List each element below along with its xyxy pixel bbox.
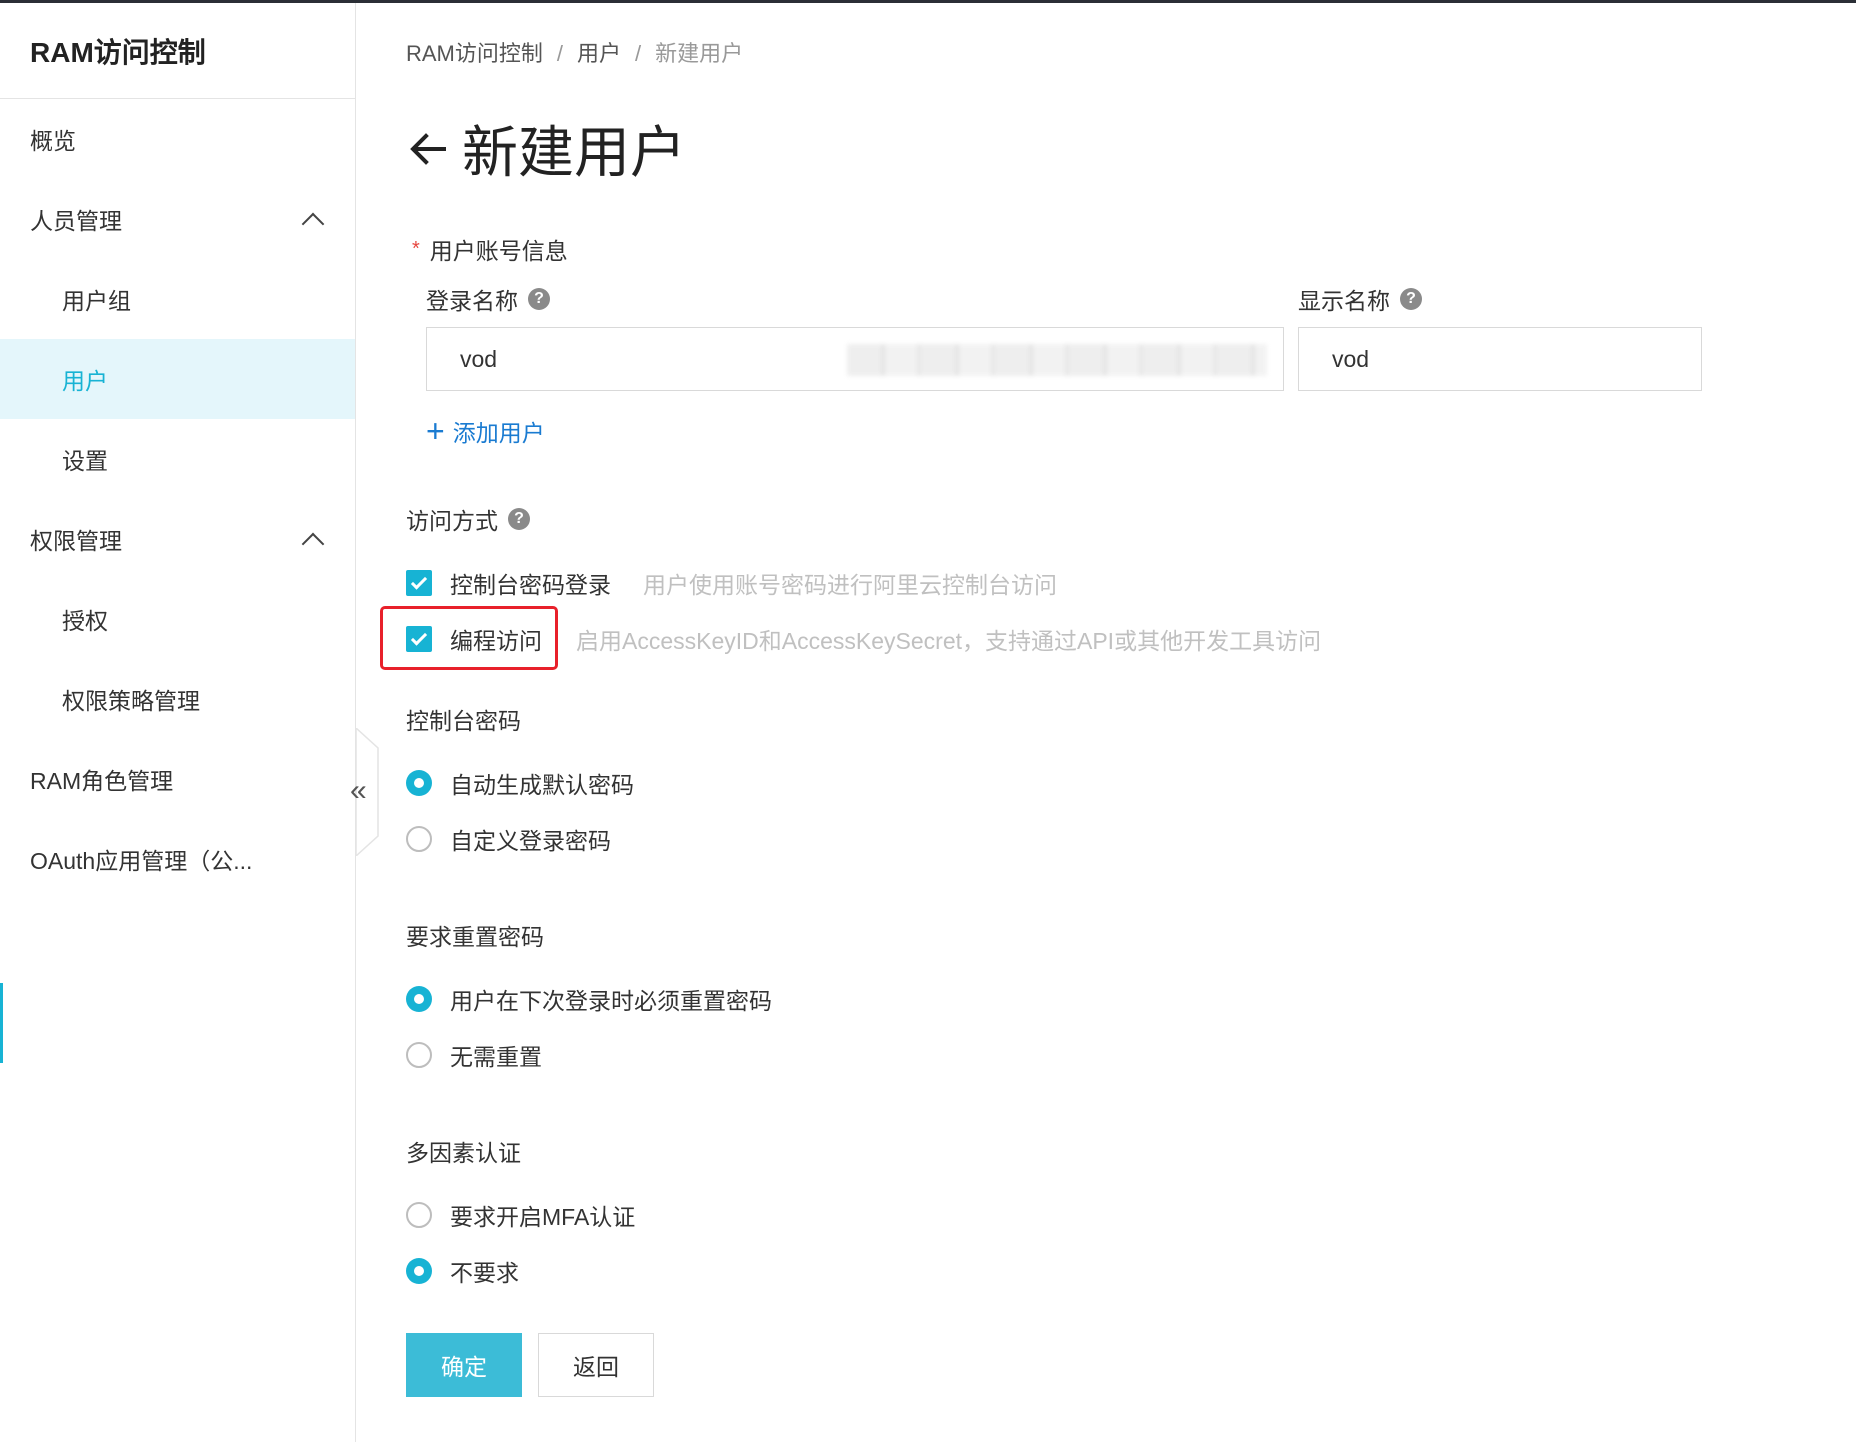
page-title: 新建用户 — [462, 121, 686, 184]
reset-password-label: 要求重置密码 — [406, 918, 544, 952]
breadcrumb-link-users[interactable]: 用户 — [577, 41, 621, 66]
breadcrumb: RAM访问控制 / 用户 / 新建用户 — [406, 36, 743, 68]
console-login-hint: 用户使用账号密码进行阿里云控制台访问 — [643, 572, 1057, 598]
sidebar-item-label: 权限策略管理 — [62, 688, 200, 714]
sidebar-item-user-groups[interactable]: 用户组 — [0, 259, 355, 339]
sidebar-title: RAM访问控制 — [0, 3, 355, 99]
console-login-option[interactable]: 控制台密码登录 用户使用账号密码进行阿里云控制台访问 — [406, 566, 1057, 600]
radio-auto-generate-password[interactable]: 自动生成默认密码 — [406, 766, 634, 800]
radio-unselected[interactable] — [406, 1042, 432, 1068]
redacted-region — [847, 344, 1267, 376]
mfa-text: 多因素认证 — [406, 1140, 521, 1166]
console-login-label: 控制台密码登录 — [450, 572, 611, 598]
sidebar-item-settings[interactable]: 设置 — [0, 419, 355, 499]
radio-no-reset[interactable]: 无需重置 — [406, 1038, 542, 1072]
add-user-link[interactable]: + 添加用户 — [426, 414, 545, 448]
required-asterisk: * — [412, 237, 420, 260]
sidebar-item-overview[interactable]: 概览 — [0, 99, 355, 179]
radio-unselected[interactable] — [406, 826, 432, 852]
sidebar-item-policies[interactable]: 权限策略管理 — [0, 659, 355, 739]
radio-must-reset[interactable]: 用户在下次登录时必须重置密码 — [406, 982, 772, 1016]
programmatic-access-hint: 启用AccessKeyID和AccessKeySecret，支持通过API或其他… — [576, 628, 1322, 654]
radio-label: 用户在下次登录时必须重置密码 — [450, 988, 772, 1014]
display-name-label: 显示名称 ? — [1298, 282, 1422, 316]
radio-label: 不要求 — [450, 1260, 519, 1286]
radio-custom-password[interactable]: 自定义登录密码 — [406, 822, 611, 856]
help-icon[interactable]: ? — [1400, 288, 1422, 310]
display-name-input[interactable]: vod — [1298, 327, 1702, 391]
back-arrow-icon[interactable] — [406, 127, 450, 171]
radio-selected[interactable] — [406, 986, 432, 1012]
account-info-text: 用户账号信息 — [429, 238, 568, 264]
radio-no-mfa[interactable]: 不要求 — [406, 1254, 519, 1288]
chevron-up-icon — [301, 532, 325, 556]
console-password-label: 控制台密码 — [406, 702, 521, 736]
highlight-annotation — [380, 606, 558, 670]
sidebar-scroll-indicator — [0, 983, 3, 1063]
sidebar-item-label: 授权 — [62, 608, 108, 634]
confirm-button[interactable]: 确定 — [406, 1333, 522, 1397]
display-name-text: 显示名称 — [1298, 288, 1390, 314]
login-name-text: 登录名称 — [426, 288, 518, 314]
back-button[interactable]: 返回 — [538, 1333, 654, 1397]
mfa-label: 多因素认证 — [406, 1134, 521, 1168]
console-login-checkbox[interactable] — [406, 570, 432, 596]
reset-password-text: 要求重置密码 — [406, 924, 544, 950]
sidebar-item-label: 设置 — [62, 448, 108, 474]
radio-selected[interactable] — [406, 770, 432, 796]
help-icon[interactable]: ? — [528, 288, 550, 310]
radio-require-mfa[interactable]: 要求开启MFA认证 — [406, 1198, 635, 1232]
login-name-value: vod — [460, 345, 498, 372]
account-info-label: * 用户账号信息 — [412, 232, 568, 266]
sidebar-item-permission-management[interactable]: 权限管理 — [0, 499, 355, 579]
display-name-value: vod — [1332, 345, 1370, 372]
sidebar-item-grants[interactable]: 授权 — [0, 579, 355, 659]
sidebar: RAM访问控制 概览 人员管理 用户组 用户 设置 权限管理 授权 权限策略管理… — [0, 3, 356, 1442]
radio-label: 自动生成默认密码 — [450, 772, 634, 798]
access-method-label: 访问方式 ? — [406, 502, 530, 536]
login-name-input[interactable]: vod — [426, 327, 1284, 391]
plus-icon: + — [426, 413, 445, 449]
breadcrumb-current: 新建用户 — [655, 41, 744, 66]
main-content: RAM访问控制 / 用户 / 新建用户 新建用户 * 用户账号信息 登录名称 ? 显示名… — [380, 0, 1806, 1442]
radio-unselected[interactable] — [406, 1202, 432, 1228]
radio-label: 自定义登录密码 — [450, 828, 611, 854]
sidebar-item-oauth-apps[interactable]: OAuth应用管理（公... — [0, 819, 355, 899]
sidebar-item-label: RAM角色管理 — [30, 768, 174, 794]
check-icon — [410, 572, 428, 590]
add-user-label: 添加用户 — [452, 420, 545, 446]
access-method-text: 访问方式 — [406, 508, 498, 534]
breadcrumb-separator: / — [556, 41, 564, 66]
double-chevron-left-icon[interactable]: « — [350, 776, 367, 806]
breadcrumb-separator: / — [635, 41, 642, 66]
sidebar-item-label: 用户组 — [62, 288, 131, 314]
page-header: 新建用户 — [406, 108, 686, 189]
sidebar-item-users[interactable]: 用户 — [0, 339, 355, 419]
chevron-up-icon — [301, 212, 325, 236]
console-password-text: 控制台密码 — [406, 708, 521, 734]
sidebar-item-label: 概览 — [30, 128, 76, 154]
sidebar-item-ram-roles[interactable]: RAM角色管理 — [0, 739, 355, 819]
sidebar-item-label: 人员管理 — [30, 208, 122, 234]
breadcrumb-link-ram[interactable]: RAM访问控制 — [406, 41, 543, 66]
sidebar-item-label: 用户 — [62, 368, 108, 394]
help-icon[interactable]: ? — [508, 508, 530, 530]
radio-selected[interactable] — [406, 1258, 432, 1284]
sidebar-item-people-management[interactable]: 人员管理 — [0, 179, 355, 259]
sidebar-item-label: OAuth应用管理（公... — [30, 848, 253, 874]
sidebar-item-label: 权限管理 — [30, 528, 122, 554]
radio-label: 要求开启MFA认证 — [450, 1204, 636, 1230]
login-name-label: 登录名称 ? — [426, 282, 550, 316]
radio-label: 无需重置 — [450, 1044, 542, 1070]
